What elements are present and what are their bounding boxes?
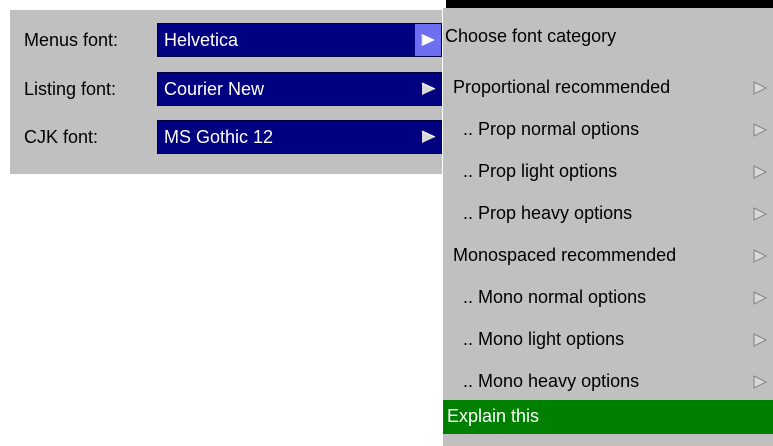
cjk-font-selector[interactable]: MS Gothic 12: [157, 120, 442, 154]
menu-item-monospaced-recommended[interactable]: Monospaced recommended: [443, 238, 773, 274]
menu-title: Choose font category: [445, 26, 617, 46]
menu-item-label: Monospaced recommended: [453, 245, 677, 265]
menu-item-label: .. Mono heavy options: [463, 371, 640, 391]
menu-item-label: .. Mono light options: [463, 329, 625, 349]
menu-item-mono-normal[interactable]: .. Mono normal options: [443, 280, 773, 316]
submenu-arrow-icon: [753, 375, 768, 389]
menu-item-mono-light[interactable]: .. Mono light options: [443, 322, 773, 358]
submenu-arrow-icon: [753, 123, 768, 137]
menu-item-mono-heavy[interactable]: .. Mono heavy options: [443, 364, 773, 400]
window-edge: [446, 0, 773, 8]
submenu-arrow-icon[interactable]: [415, 121, 441, 153]
menus-font-value: Helvetica: [164, 30, 239, 50]
menu-item-prop-heavy[interactable]: .. Prop heavy options: [443, 196, 773, 232]
listing-font-label: Listing font:: [24, 79, 117, 99]
font-category-menu: Choose font category Proportional recomm…: [442, 8, 773, 446]
listing-font-row: Listing font: Courier New: [10, 72, 442, 106]
submenu-arrow-icon: [753, 249, 768, 263]
menu-item-label: .. Prop heavy options: [463, 203, 633, 223]
menu-item-label: Proportional recommended: [453, 77, 671, 97]
submenu-arrow-icon: [753, 207, 768, 221]
submenu-arrow-icon: [753, 81, 768, 95]
menu-item-label: .. Prop normal options: [463, 119, 640, 139]
cjk-font-value: MS Gothic 12: [164, 127, 274, 147]
submenu-arrow-icon[interactable]: [415, 73, 441, 105]
submenu-arrow-icon: [753, 333, 768, 347]
screen: Menus font: Helvetica Listing font: Cour…: [0, 0, 773, 446]
submenu-arrow-icon: [753, 291, 768, 305]
explain-this-label: Explain this: [447, 406, 540, 426]
listing-font-value: Courier New: [164, 79, 265, 99]
menu-item-proportional-recommended[interactable]: Proportional recommended: [443, 70, 773, 106]
menus-font-selector[interactable]: Helvetica: [157, 23, 442, 57]
menus-font-row: Menus font: Helvetica: [10, 23, 442, 57]
menu-item-label: .. Mono normal options: [463, 287, 647, 307]
menu-item-prop-normal[interactable]: .. Prop normal options: [443, 112, 773, 148]
menu-item-prop-light[interactable]: .. Prop light options: [443, 154, 773, 190]
menus-font-label: Menus font:: [24, 30, 119, 50]
menu-item-label: .. Prop light options: [463, 161, 618, 181]
cjk-font-label: CJK font:: [24, 127, 99, 147]
font-settings-panel: Menus font: Helvetica Listing font: Cour…: [10, 10, 442, 174]
submenu-arrow-icon[interactable]: [415, 24, 441, 56]
cjk-font-row: CJK font: MS Gothic 12: [10, 120, 442, 154]
submenu-arrow-icon: [753, 165, 768, 179]
explain-this-button[interactable]: Explain this: [443, 400, 773, 434]
listing-font-selector[interactable]: Courier New: [157, 72, 442, 106]
